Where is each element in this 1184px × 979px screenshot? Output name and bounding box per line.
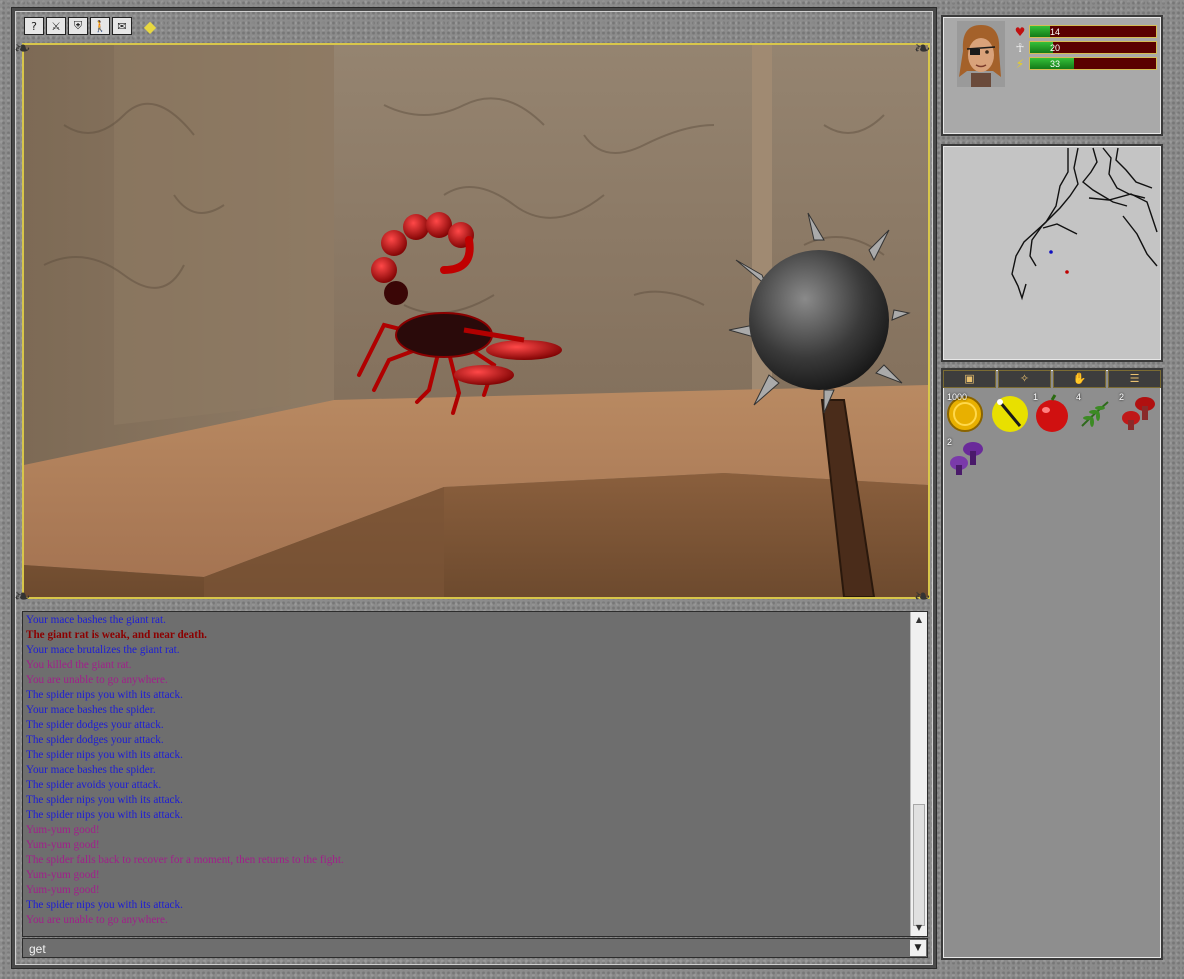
log-line: You killed the giant rat.	[26, 659, 132, 671]
mana-value: 20	[1050, 43, 1061, 53]
log-scrollbar[interactable]: ▲ ▼	[910, 612, 927, 936]
armor-button[interactable]: ⛨	[68, 17, 88, 35]
item-quantity: 1000	[947, 392, 968, 402]
log-line: You are unable to go anywhere.	[26, 674, 168, 686]
item-quantity: 2	[947, 437, 953, 447]
dungeon-scene	[24, 45, 928, 597]
command-input[interactable]	[27, 940, 901, 958]
game-viewport[interactable]	[22, 43, 930, 599]
log-line: The spider nips you with its attack.	[26, 899, 183, 911]
purple-mushroom-item[interactable]: 2	[945, 437, 987, 479]
viewport-corner-br: ❧	[914, 584, 931, 608]
tab-spells[interactable]: ✧	[998, 370, 1051, 388]
toolbar: ? ⚔ ⛨ 🚶 ✉ ◆	[24, 17, 160, 37]
viewport-corner-tl: ❧	[14, 36, 31, 60]
weapon-button[interactable]: ⚔	[46, 17, 66, 35]
message-log-lines: Your mace bashes the giant rat. The giant…	[26, 613, 907, 928]
tab-hand[interactable]: ✋	[1053, 370, 1106, 388]
herb-item[interactable]: 4	[1074, 392, 1116, 434]
stamina-stat: ⚡ 33	[1013, 57, 1159, 71]
mana-stat: ☥ 20	[1013, 41, 1159, 55]
minimap[interactable]	[941, 144, 1163, 362]
log-line: Yum-yum good!	[26, 824, 100, 836]
log-line: Yum-yum good!	[26, 884, 100, 896]
tab-items[interactable]: ▣	[943, 370, 996, 388]
log-line: The giant rat is weak, and near death.	[26, 629, 207, 641]
magic-wand-item[interactable]	[988, 392, 1030, 434]
log-line: The spider falls back to recover for a m…	[26, 854, 344, 866]
log-line: Yum-yum good!	[26, 839, 100, 851]
mail-button[interactable]: ✉	[112, 17, 132, 35]
message-log[interactable]: Your mace bashes the giant rat. The giant…	[22, 611, 928, 937]
map-marker-icon	[1049, 250, 1053, 254]
health-bar: 14	[1029, 25, 1157, 38]
item-quantity: 4	[1076, 392, 1082, 402]
character-portrait[interactable]	[957, 21, 1005, 87]
mana-bar: 20	[1029, 41, 1157, 54]
command-dropdown-icon[interactable]: ▼	[910, 940, 926, 956]
log-line: Your mace brutalizes the giant rat.	[26, 644, 180, 656]
health-value: 14	[1050, 27, 1061, 37]
stamina-value: 33	[1050, 59, 1061, 69]
log-line: The spider nips you with its attack.	[26, 749, 183, 761]
health-icon: ♥	[1014, 25, 1026, 39]
character-button[interactable]: 🚶	[90, 17, 110, 35]
stamina-bar: 33	[1029, 57, 1157, 70]
log-line: Your mace bashes the spider.	[26, 704, 156, 716]
log-line: The spider nips you with its attack.	[26, 689, 183, 701]
log-line: The spider avoids your attack.	[26, 779, 162, 791]
gold-coins-item[interactable]: 1000	[945, 392, 987, 434]
scroll-up-arrow-icon[interactable]: ▲	[911, 612, 927, 628]
tab-list[interactable]: ☰	[1108, 370, 1161, 388]
player-marker-icon	[1065, 270, 1069, 274]
red-mushroom-item[interactable]: 2	[1117, 392, 1159, 434]
lightning-icon: ⚡	[1015, 57, 1025, 71]
stats-panel: ♥ 14 ☥ 20 ⚡ 33	[941, 15, 1163, 136]
apple-item[interactable]: 1	[1031, 392, 1073, 434]
inventory-tabs: ▣ ✧ ✋ ☰	[943, 370, 1161, 390]
log-line: The spider nips you with its attack.	[26, 794, 183, 806]
log-line: The spider nips you with its attack.	[26, 809, 183, 821]
item-quantity: 1	[1033, 392, 1039, 402]
ankh-icon: ☥	[1015, 41, 1025, 55]
health-bar-fill	[1030, 26, 1051, 37]
log-line: Your mace bashes the spider.	[26, 764, 156, 776]
scroll-down-arrow-icon[interactable]: ▼	[911, 920, 927, 936]
health-stat: ♥ 14	[1013, 25, 1159, 39]
gem-icon[interactable]: ◆	[140, 17, 160, 36]
log-line: The spider dodges your attack.	[26, 734, 164, 746]
command-bar: ▼	[22, 938, 928, 958]
item-quantity: 2	[1119, 392, 1125, 402]
viewport-corner-bl: ❧	[14, 584, 31, 608]
inventory-panel: ▣ ✧ ✋ ☰ 1000 1 4 2 2	[941, 368, 1163, 960]
log-line: Your mace bashes the giant rat.	[26, 614, 166, 626]
wand-icon	[992, 396, 1028, 432]
scroll-thumb[interactable]	[913, 804, 925, 926]
log-line: Yum-yum good!	[26, 869, 100, 881]
viewport-corner-tr: ❧	[914, 36, 931, 60]
help-button[interactable]: ?	[24, 17, 44, 35]
log-line: You are unable to go anywhere.	[26, 914, 168, 926]
minimap-drawing	[1011, 147, 1158, 301]
log-line: The spider dodges your attack.	[26, 719, 164, 731]
